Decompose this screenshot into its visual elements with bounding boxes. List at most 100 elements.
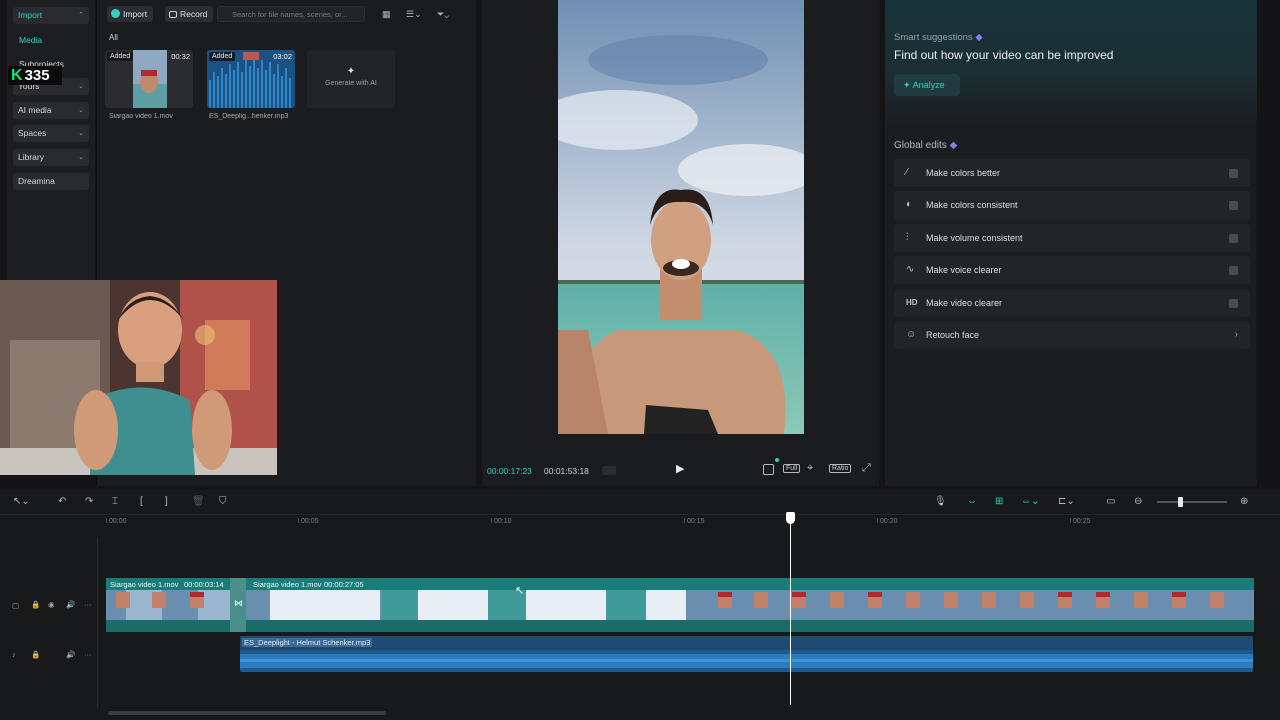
audio-waveform	[240, 650, 1253, 672]
auto-snap-icon[interactable]: ⇔⌄	[1021, 496, 1039, 507]
nav-library[interactable]: Library ⌄	[13, 149, 89, 166]
notification-dot	[775, 458, 779, 462]
playhead-handle[interactable]	[786, 512, 795, 524]
search-input[interactable]	[217, 6, 365, 22]
cover-icon[interactable]: ▢	[12, 601, 19, 610]
trim-left-icon[interactable]: [	[140, 496, 143, 507]
audio-clip-name: ES_Deeplight - Helmut Schenker.mp3	[242, 638, 373, 647]
ruler-label: 00:20	[880, 518, 898, 525]
camera-icon	[169, 11, 177, 18]
clip-duration: 03:02	[273, 52, 292, 61]
added-badge: Added	[209, 52, 236, 61]
speed-indicator	[602, 466, 616, 475]
lock-icon[interactable]: 🔒	[31, 600, 40, 609]
video-frame	[558, 0, 804, 434]
premium-gem-icon: ◆	[949, 140, 958, 151]
caption-icon[interactable]: ▭	[1106, 496, 1115, 507]
added-badge: Added	[107, 52, 134, 61]
preview-axis-icon[interactable]: ⊏⌄	[1058, 496, 1075, 507]
sparkle-icon: ✦	[903, 80, 911, 90]
ruler-tick	[491, 518, 492, 523]
video-preview[interactable]	[558, 0, 804, 434]
volume-icon[interactable]: 🔊	[66, 600, 75, 609]
nav-media[interactable]: Media	[19, 35, 42, 45]
ruler-label: 00:00	[109, 518, 127, 525]
volume-icon[interactable]: 🔊	[66, 650, 75, 659]
webcam-overlay	[0, 280, 277, 475]
link-clips-icon[interactable]: ⇔	[967, 496, 977, 507]
microphone-icon[interactable]: 🎙	[934, 496, 947, 507]
filter-icon[interactable]: ⏷⌄	[437, 9, 449, 20]
undo-icon[interactable]: ↶	[58, 496, 66, 507]
webcam-image	[0, 280, 277, 475]
audio-track-icon: ♪	[12, 650, 16, 659]
audio-clip[interactable]: ES_Deeplight - Helmut Schenker.mp3	[240, 636, 1253, 672]
premium-gem-icon: ◆	[975, 32, 983, 43]
zoom-slider[interactable]	[1157, 501, 1227, 503]
nav-spaces[interactable]: Spaces ⌄	[13, 125, 89, 142]
smart-heading: Find out how your video can be improved	[894, 48, 1114, 62]
shield-icon[interactable]: ⛉	[219, 496, 227, 507]
transition-icon[interactable]: ⋈	[234, 598, 243, 609]
option-toggle[interactable]	[1229, 234, 1238, 243]
split-icon[interactable]: ⌶	[112, 496, 118, 507]
more-icon[interactable]: ···	[84, 650, 92, 659]
right-panel: Smart suggestions ◆ Find out how your vi…	[885, 0, 1257, 486]
option-toggle[interactable]	[1229, 169, 1238, 178]
more-icon[interactable]: ···	[84, 600, 92, 609]
trim-right-icon[interactable]: ]	[165, 496, 168, 507]
zoom-slider-handle[interactable]	[1178, 497, 1183, 507]
import-button[interactable]: Import	[107, 6, 154, 22]
media-thumb-video[interactable]: Added 00:32	[105, 50, 193, 108]
zoom-out-icon[interactable]: ⊖	[1134, 496, 1142, 507]
nav-dreamina[interactable]: Dreamina	[13, 173, 89, 190]
ruler-divider	[0, 514, 1280, 515]
make-voice-clearer-row[interactable]: ∿ Make voice clearer	[894, 256, 1250, 284]
retouch-face-row[interactable]: ☺ Retouch face ›	[894, 321, 1250, 349]
make-video-clearer-row[interactable]: HD Make video clearer	[894, 289, 1250, 317]
delete-icon[interactable]: 🗑	[192, 496, 205, 507]
preview-player: 00:00:17:23 00:01:53:18 ▶ Full ⌖ Ratio ⤢	[482, 0, 879, 486]
panel-glow	[885, 0, 1257, 125]
magnet-icon[interactable]: ⊞	[995, 496, 1003, 507]
full-button[interactable]: Full	[783, 464, 801, 473]
media-name: ES_Deeplig...henker.mp3	[209, 113, 289, 120]
make-volume-consistent-row[interactable]: ⫶ Make volume consistent	[894, 224, 1250, 252]
mouse-cursor-icon: ↖	[515, 585, 525, 597]
tiktok-frame-icon[interactable]	[763, 464, 774, 475]
playhead[interactable]	[790, 515, 791, 705]
chevron-down-icon: ⌄	[78, 107, 84, 114]
media-thumb-audio[interactable]: Added 03:02	[207, 50, 295, 108]
clip-duration: 00:32	[171, 52, 190, 61]
generate-ai-card[interactable]: ✦ Generate with AI	[307, 50, 395, 108]
grid-view-icon[interactable]: ▦	[382, 9, 391, 20]
option-toggle[interactable]	[1229, 299, 1238, 308]
lock-icon[interactable]: 🔒	[31, 650, 40, 659]
make-colors-better-row[interactable]: ⁄ Make colors better	[894, 159, 1250, 187]
clip2-duration: 00:00:27:05	[324, 580, 364, 589]
chevron-down-icon: ⌄	[78, 130, 84, 137]
select-tool-icon[interactable]: ↖⌄	[13, 496, 30, 507]
record-button[interactable]: Record	[165, 6, 214, 22]
timeline-scrollbar[interactable]	[108, 711, 386, 715]
fullscreen-icon[interactable]: ⤢	[862, 462, 871, 475]
chevron-down-icon: ⌄	[78, 83, 84, 90]
chevron-down-icon: ⌄	[78, 154, 84, 161]
eye-icon[interactable]: ◉	[48, 600, 55, 609]
smart-suggestions-title: Smart suggestions ◆	[894, 32, 983, 43]
sliders-icon: ⫶	[906, 232, 909, 243]
analyze-button[interactable]: ✦ Analyze	[894, 74, 960, 96]
sort-icon[interactable]: ☰⌄	[406, 9, 422, 20]
nav-ai-media[interactable]: AI media ⌄	[13, 102, 89, 119]
play-icon[interactable]: ▶	[676, 462, 684, 475]
zoom-in-icon[interactable]: ⊕	[1240, 496, 1248, 507]
ratio-button[interactable]: Ratio	[829, 464, 852, 473]
option-toggle[interactable]	[1229, 266, 1238, 275]
nav-import[interactable]: Import ⌃	[13, 7, 89, 24]
media-filter-all[interactable]: All	[109, 33, 118, 42]
make-colors-consistent-row[interactable]: ◐ Make colors consistent	[894, 191, 1250, 219]
snapshot-icon[interactable]: ⌖	[807, 462, 813, 475]
redo-icon[interactable]: ↷	[85, 496, 93, 507]
clip2-name: Siargao video 1.mov	[253, 580, 322, 589]
option-toggle[interactable]	[1229, 201, 1238, 210]
